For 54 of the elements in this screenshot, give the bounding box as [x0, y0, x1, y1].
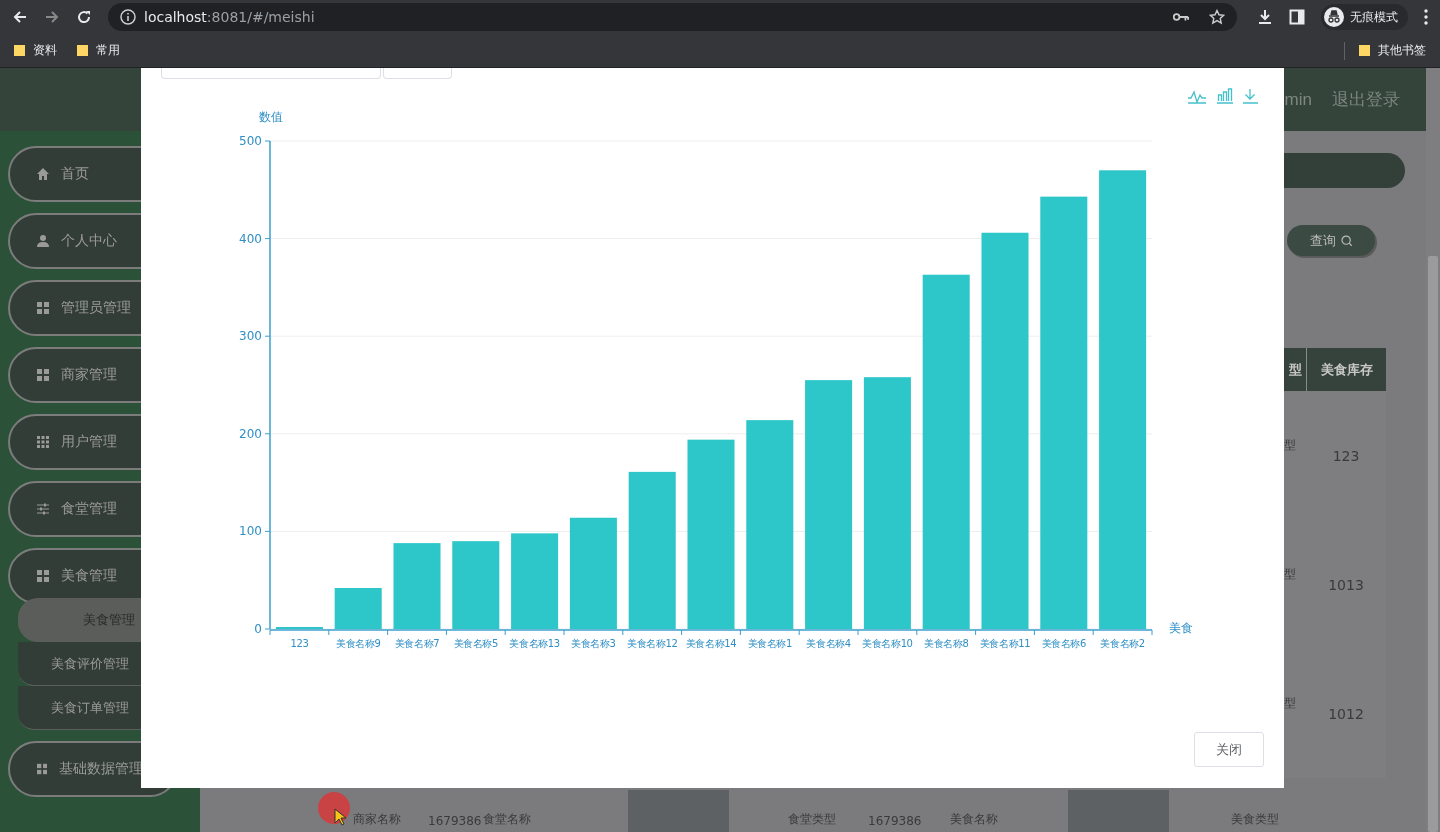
axis-tick-label: 美食名称5: [453, 638, 498, 649]
axis-tick-label: 美食名称11: [979, 638, 1031, 649]
table-cell-text: 1013: [1327, 576, 1365, 593]
menu-label: 美食管理: [61, 567, 117, 585]
axis-tick-label: 美食名称1: [747, 638, 792, 649]
close-button[interactable]: 关闭: [1194, 732, 1264, 767]
menu-label: 管理员管理: [61, 299, 131, 317]
table-cell-text: 型: [1284, 566, 1297, 583]
menu-label: 个人中心: [61, 232, 117, 250]
axis-tick-label: 美食名称12: [627, 638, 678, 649]
menu-label: 首页: [61, 165, 89, 183]
axis-tick-label: 美食名称8: [924, 638, 969, 649]
axis-tick-label: 美食名称3: [571, 638, 616, 649]
table-cell-text: 1012: [1327, 705, 1365, 722]
axis-tick-label: 美食名称7: [394, 638, 440, 649]
table-cell-text: 商家名称: [353, 811, 402, 828]
table-cell-text: 美食名称: [950, 811, 999, 828]
menu-label: 商家管理: [61, 366, 117, 384]
axis-tick-label: 100: [239, 524, 262, 539]
axis-title: 数值: [259, 110, 283, 124]
axis-tick-label: 300: [239, 329, 262, 344]
axis-tick-label: 美食名称14: [685, 638, 737, 649]
axis-tick-label: 200: [239, 426, 262, 441]
table-cell-text: 1679386: [428, 814, 483, 830]
address-bar[interactable]: localhost:8081/#/meishi: [108, 3, 1237, 31]
axis-tick-label: 美食名称2: [1100, 638, 1145, 649]
axis-tick-label: 美食名称10: [862, 638, 913, 649]
menu-label: 用户管理: [61, 433, 117, 451]
bookmark-folder[interactable]: 常用: [77, 42, 120, 59]
axis-tick-label: 0: [254, 622, 262, 636]
username: min: [1284, 89, 1312, 110]
search-button[interactable]: 查询: [1287, 225, 1375, 256]
table-cell-text: 美食类型: [1231, 811, 1280, 828]
incognito-button[interactable]: 无痕模式: [1321, 4, 1408, 30]
column-header: 美食库存: [1319, 360, 1374, 379]
axis-tick-label: 美食名称9: [336, 638, 381, 649]
logout-link[interactable]: 退出登录: [1332, 88, 1400, 111]
axis-title: 美食: [1169, 621, 1193, 635]
axis-tick-label: 500: [239, 134, 262, 148]
table-cell-text: 型: [1284, 437, 1297, 454]
table-cell-text: 食堂名称: [483, 811, 532, 828]
bookmark-folder[interactable]: 其他书签: [1359, 42, 1426, 59]
url-text: localhost:8081/#/meishi: [144, 9, 315, 25]
table-cell-text: 123: [1331, 447, 1361, 464]
axis-tick-label: 400: [239, 231, 262, 246]
table-cell-text: 1679386: [868, 814, 923, 830]
bookmark-folder[interactable]: 资料: [14, 42, 57, 59]
axis-tick-label: 美食名称13: [509, 638, 560, 649]
menu-label: 食堂管理: [61, 500, 117, 518]
axis-tick-label: 美食名称6: [1041, 638, 1086, 649]
table-cell-text: 型: [1284, 695, 1297, 712]
axis-tick-label: 123: [290, 638, 309, 649]
table-cell-text: 食堂类型: [788, 811, 837, 828]
axis-tick-label: 美食名称4: [806, 638, 851, 649]
